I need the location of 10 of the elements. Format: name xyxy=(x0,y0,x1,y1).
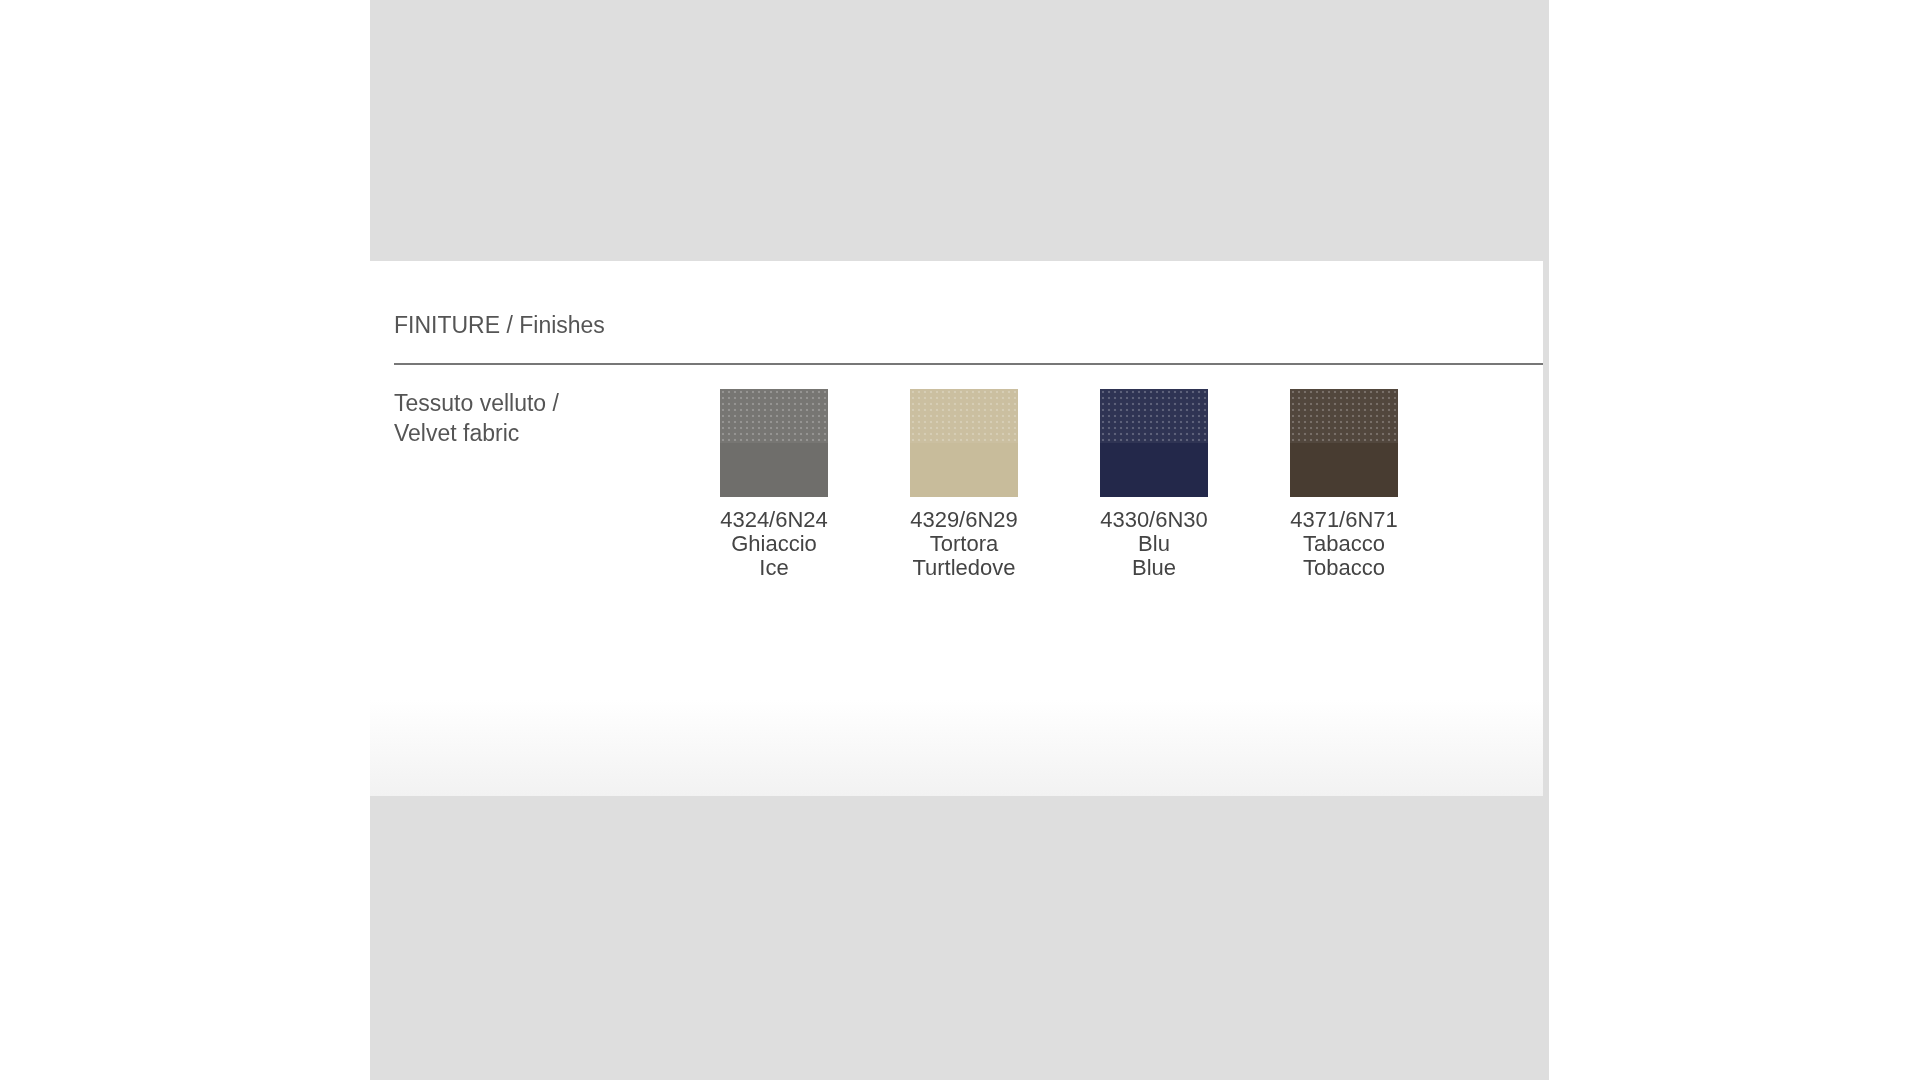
section-title: FINITURE / Finishes xyxy=(394,311,606,340)
swatch-caption: 4324/6N24 Ghiaccio Ice xyxy=(720,508,828,580)
material-label: Tessuto velluto / Velvet fabric xyxy=(394,389,560,448)
swatch-caption: 4371/6N71 Tabacco Tobacco xyxy=(1290,508,1398,580)
swatch-caption: 4330/6N30 Blu Blue xyxy=(1100,508,1208,580)
fabric-swatch[interactable] xyxy=(1290,389,1398,497)
fabric-swatch[interactable] xyxy=(720,389,828,497)
fabric-swatch[interactable] xyxy=(1100,389,1208,497)
swatch-caption: 4329/6N29 Tortora Turtledove xyxy=(910,508,1018,580)
fabric-swatch[interactable] xyxy=(910,389,1018,497)
